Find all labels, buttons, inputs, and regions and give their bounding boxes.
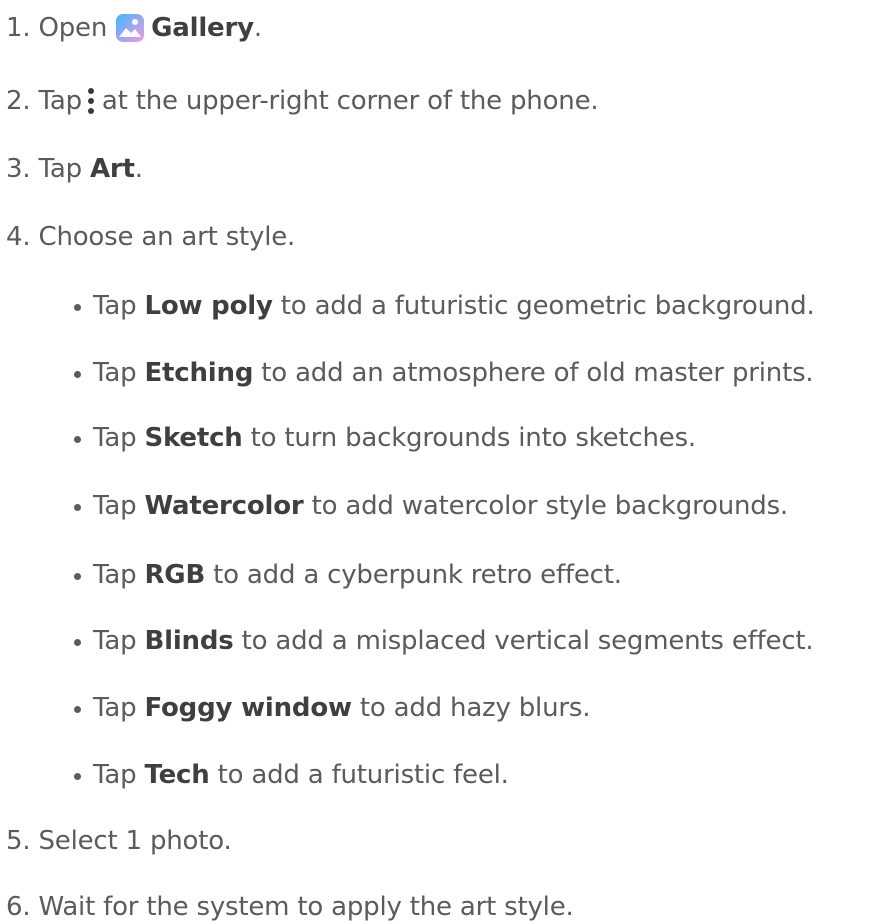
style-item-etching: Tap Etching to add an atmosphere of old … [74,357,814,389]
bullet-icon [74,638,81,646]
step-number: 5 [6,828,38,854]
step-2: 2 Tap at the upper-right corner of the p… [6,85,599,117]
bullet-icon [74,370,81,378]
step-number: 4 [6,224,38,250]
bullet-icon [74,435,81,443]
style-text-post: to add a futuristic feel. [209,760,509,790]
step-text-post: at the upper-right corner of the phone. [101,86,599,116]
step-1: 1 Open Gallery . [6,12,262,44]
style-item-foggy-window: Tap Foggy window to add hazy blurs. [74,692,590,724]
step-text-post: . [253,13,262,43]
style-text-pre: Tap [93,358,145,388]
style-item-low-poly: Tap Low poly to add a futuristic geometr… [74,290,815,322]
step-text-pre: Tap [38,154,90,184]
bullet-icon [74,572,81,580]
gallery-icon [116,14,145,42]
step-number: 2 [6,88,38,114]
style-name: RGB [144,560,206,590]
style-name: Watercolor [144,491,304,521]
step-text: Select 1 photo. [38,826,232,856]
bullet-icon [74,303,81,311]
style-text-pre: Tap [93,760,145,790]
step-number: 6 [6,894,38,920]
style-name: Etching [144,358,254,388]
art-option-name: Art [89,154,135,184]
style-text-post: to add a futuristic geometric background… [272,291,815,321]
style-item-sketch: Tap Sketch to turn backgrounds into sket… [74,422,696,454]
step-4: 4 Choose an art style. [6,221,295,253]
style-text-post: to add a misplaced vertical segments eff… [233,626,814,656]
style-name: Foggy window [144,693,352,723]
style-text-pre: Tap [93,560,145,590]
more-vertical-icon [86,88,96,114]
step-number: 1 [6,15,38,41]
step-text-pre: Open [38,13,108,43]
style-item-blinds: Tap Blinds to add a misplaced vertical s… [74,625,814,657]
style-name: Blinds [144,626,234,656]
step-3: 3 Tap Art . [6,153,143,185]
style-text-pre: Tap [93,693,145,723]
bullet-icon [74,503,81,511]
style-name: Sketch [144,423,243,453]
style-name: Low poly [144,291,273,321]
style-text-pre: Tap [93,626,145,656]
style-item-rgb: Tap RGB to add a cyberpunk retro effect. [74,559,622,591]
style-name: Tech [144,760,210,790]
bullet-icon [74,705,81,713]
step-6: 6 Wait for the system to apply the art s… [6,891,574,923]
step-text: Choose an art style. [38,222,296,252]
style-text-post: to turn backgrounds into sketches. [242,423,697,453]
bullet-icon [74,772,81,780]
step-text-pre: Tap [38,86,82,116]
style-item-watercolor: Tap Watercolor to add watercolor style b… [74,490,788,522]
instructions-document: 1 Open Gallery . 2 Tap at the upper-righ… [6,0,878,923]
gallery-app-name: Gallery [151,13,254,43]
style-text-post: to add an atmosphere of old master print… [253,358,814,388]
step-text: Wait for the system to apply the art sty… [38,892,574,922]
style-text-post: to add hazy blurs. [351,693,591,723]
style-text-pre: Tap [93,491,145,521]
style-text-pre: Tap [93,423,145,453]
style-item-tech: Tap Tech to add a futuristic feel. [74,759,509,791]
step-number: 3 [6,156,38,182]
step-5: 5 Select 1 photo. [6,825,232,857]
style-text-post: to add a cyberpunk retro effect. [205,560,622,590]
step-text-post: . [134,154,143,184]
style-text-post: to add watercolor style backgrounds. [303,491,789,521]
style-text-pre: Tap [93,291,145,321]
